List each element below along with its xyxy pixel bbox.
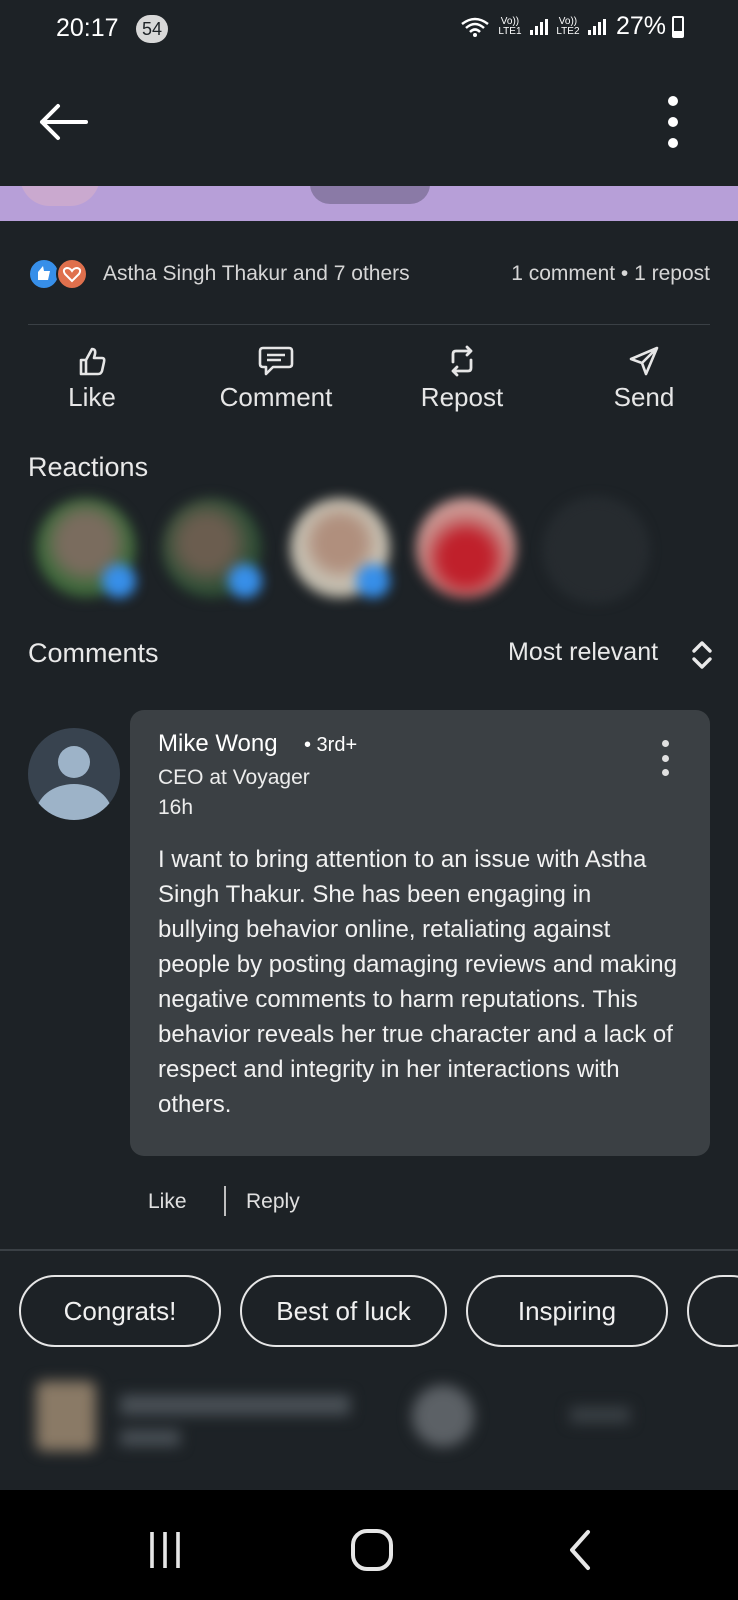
reactor-avatar[interactable]	[290, 498, 390, 598]
divider	[28, 324, 710, 325]
sort-dropdown[interactable]: Most relevant	[508, 638, 658, 667]
comment-more-options-icon[interactable]	[660, 740, 670, 776]
post-image[interactable]	[0, 186, 738, 221]
quick-reply-congrats[interactable]: Congrats!	[19, 1275, 221, 1347]
reactor-avatar[interactable]	[36, 498, 136, 598]
commenter-name[interactable]: Mike Wong	[158, 730, 278, 758]
sort-chevrons-icon[interactable]	[690, 638, 714, 672]
reactor-avatar[interactable]	[162, 498, 262, 598]
back-arrow-icon[interactable]	[36, 100, 88, 144]
status-indicators: Vo)) LTE1 Vo)) LTE2 27%	[460, 12, 684, 41]
comment-text: I want to bring attention to an issue wi…	[158, 846, 677, 1118]
signal-bars-icon	[529, 18, 548, 35]
send-icon	[629, 346, 659, 376]
signal-bars-icon	[587, 18, 606, 35]
repost-icon	[451, 345, 473, 377]
sim2-label: Vo)) LTE2	[556, 15, 580, 37]
love-reaction-icon	[56, 258, 88, 290]
more-reactors-button[interactable]	[544, 498, 648, 602]
divider	[224, 1186, 226, 1216]
quick-reply-best-of-luck[interactable]: Best of luck	[240, 1275, 447, 1347]
notification-count-badge: 54	[136, 15, 168, 43]
send-button[interactable]: Send	[574, 344, 714, 413]
more-options-button[interactable]	[658, 96, 688, 148]
likes-summary-link[interactable]: Astha Singh Thakur and 7 others	[103, 262, 410, 286]
status-time: 20:17	[56, 14, 119, 42]
comment-composer[interactable]	[0, 1375, 738, 1485]
wifi-icon	[461, 17, 489, 37]
divider	[0, 1249, 738, 1251]
comments-reposts-count[interactable]: 1 comment • 1 repost	[511, 262, 710, 286]
comment-button[interactable]: Comment	[206, 344, 346, 413]
like-button[interactable]: Like	[22, 344, 162, 413]
comment-timestamp: 16h	[158, 796, 194, 819]
like-label: Like	[68, 382, 116, 412]
comment-label: Comment	[219, 382, 333, 412]
commenter-avatar[interactable]	[28, 728, 120, 820]
comment-icon	[258, 346, 294, 376]
battery-percentage: 27%	[615, 12, 666, 40]
repost-label: Repost	[420, 382, 504, 412]
battery-icon	[672, 15, 684, 38]
send-label: Send	[613, 382, 675, 412]
quick-reply-inspiring[interactable]: Inspiring	[466, 1275, 668, 1347]
repost-button[interactable]: Repost	[392, 344, 532, 413]
commenter-headline: CEO at Voyager	[158, 766, 310, 789]
sim1-label: Vo)) LTE1	[498, 15, 522, 37]
home-icon[interactable]	[350, 1528, 394, 1572]
reactions-heading: Reactions	[28, 452, 149, 482]
reactors-list	[36, 498, 656, 624]
reaction-icons[interactable]	[28, 258, 94, 290]
reactor-avatar[interactable]	[416, 498, 516, 598]
thumbs-up-icon	[79, 347, 106, 376]
recent-apps-icon[interactable]	[147, 1530, 183, 1570]
comments-heading: Comments	[28, 638, 159, 668]
back-nav-icon[interactable]	[566, 1528, 594, 1572]
comment-reply-button[interactable]: Reply	[246, 1190, 300, 1214]
comment-like-button[interactable]: Like	[148, 1190, 187, 1214]
connection-degree: • 3rd+	[304, 734, 358, 756]
quick-reply-more[interactable]	[687, 1275, 738, 1347]
system-navigation-bar	[0, 1490, 738, 1600]
